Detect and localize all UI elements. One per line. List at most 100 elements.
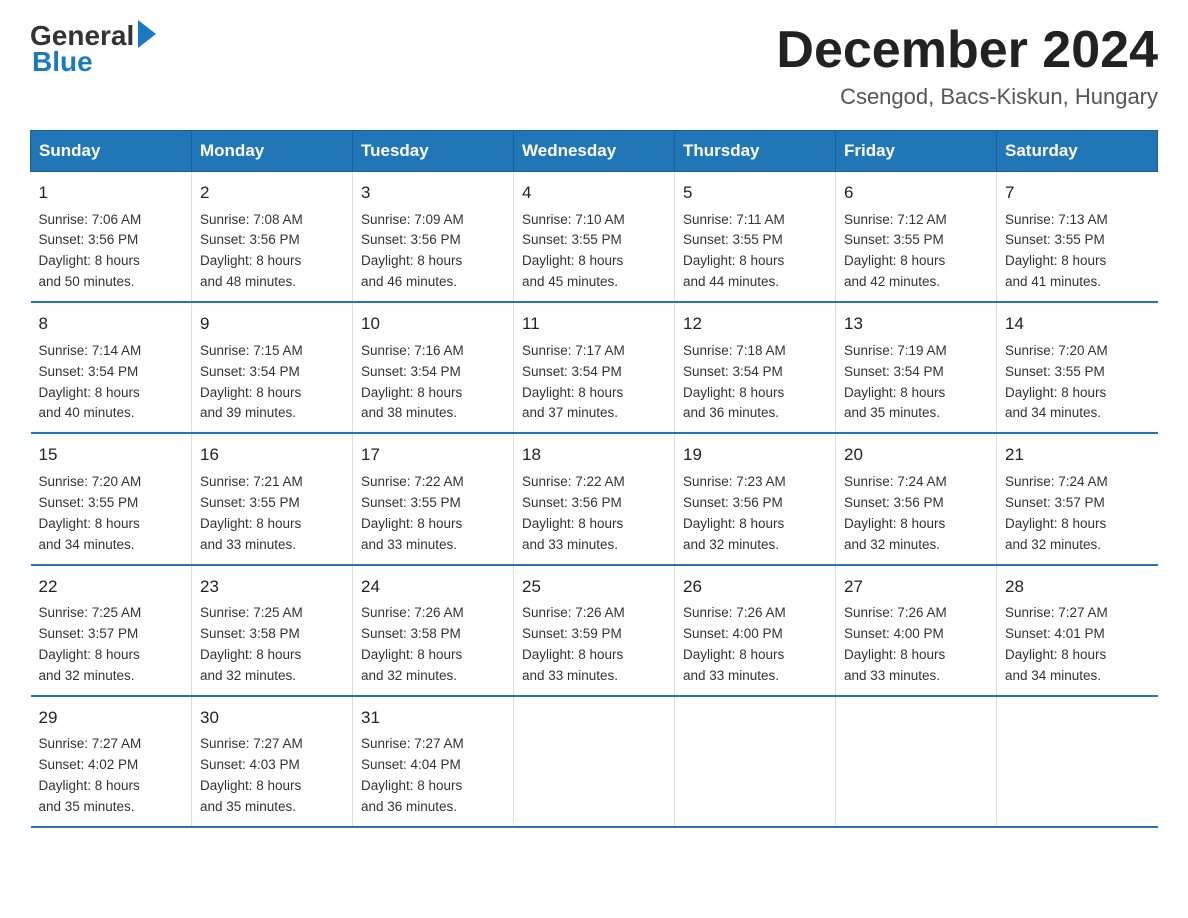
day-info: Sunrise: 7:08 AM Sunset: 3:56 PM Dayligh… <box>200 210 344 294</box>
day-number: 25 <box>522 574 666 600</box>
day-info: Sunrise: 7:23 AM Sunset: 3:56 PM Dayligh… <box>683 472 827 556</box>
day-info: Sunrise: 7:22 AM Sunset: 3:56 PM Dayligh… <box>522 472 666 556</box>
calendar-cell: 7Sunrise: 7:13 AM Sunset: 3:55 PM Daylig… <box>997 172 1158 303</box>
calendar-cell: 13 Sunrise: 7:19 AM Sunset: 3:54 PM Dayli… <box>836 302 997 433</box>
calendar-cell: 18 Sunrise: 7:22 AM Sunset: 3:56 PM Dayli… <box>514 433 675 564</box>
day-info: Sunrise: 7:14 AM Sunset: 3:54 PM Dayligh… <box>39 341 184 425</box>
day-number: 14 <box>1005 311 1150 337</box>
week-row-4: 22Sunrise: 7:25 AM Sunset: 3:57 PM Dayli… <box>31 565 1158 696</box>
header-row: SundayMondayTuesdayWednesdayThursdayFrid… <box>31 131 1158 172</box>
calendar-cell <box>836 696 997 827</box>
header-cell-wednesday: Wednesday <box>514 131 675 172</box>
day-number: 9 <box>200 311 344 337</box>
day-number: 15 <box>39 442 184 468</box>
day-info: Sunrise: 7:25 AM Sunset: 3:58 PM Dayligh… <box>200 603 344 687</box>
day-number: 11 <box>522 311 666 337</box>
calendar-cell: 23 Sunrise: 7:25 AM Sunset: 3:58 PM Dayli… <box>192 565 353 696</box>
title-section: December 2024 Csengod, Bacs-Kiskun, Hung… <box>776 20 1158 110</box>
day-number: 4 <box>522 180 666 206</box>
header-cell-friday: Friday <box>836 131 997 172</box>
day-info: Sunrise: 7:22 AM Sunset: 3:55 PM Dayligh… <box>361 472 505 556</box>
day-info: Sunrise: 7:18 AM Sunset: 3:54 PM Dayligh… <box>683 341 827 425</box>
day-info: Sunrise: 7:10 AM Sunset: 3:55 PM Dayligh… <box>522 210 666 294</box>
day-info: Sunrise: 7:20 AM Sunset: 3:55 PM Dayligh… <box>1005 341 1150 425</box>
day-number: 23 <box>200 574 344 600</box>
day-info: Sunrise: 7:09 AM Sunset: 3:56 PM Dayligh… <box>361 210 505 294</box>
day-info: Sunrise: 7:21 AM Sunset: 3:55 PM Dayligh… <box>200 472 344 556</box>
day-info: Sunrise: 7:26 AM Sunset: 4:00 PM Dayligh… <box>844 603 988 687</box>
day-number: 7 <box>1005 180 1150 206</box>
logo-blue-text: Blue <box>32 46 93 78</box>
page-header: General Blue December 2024 Csengod, Bacs… <box>30 20 1158 110</box>
calendar-cell <box>514 696 675 827</box>
calendar-cell: 11 Sunrise: 7:17 AM Sunset: 3:54 PM Dayli… <box>514 302 675 433</box>
day-number: 5 <box>683 180 827 206</box>
day-info: Sunrise: 7:26 AM Sunset: 3:59 PM Dayligh… <box>522 603 666 687</box>
calendar-cell: 14 Sunrise: 7:20 AM Sunset: 3:55 PM Dayli… <box>997 302 1158 433</box>
day-number: 18 <box>522 442 666 468</box>
header-cell-thursday: Thursday <box>675 131 836 172</box>
day-info: Sunrise: 7:15 AM Sunset: 3:54 PM Dayligh… <box>200 341 344 425</box>
day-number: 26 <box>683 574 827 600</box>
day-info: Sunrise: 7:19 AM Sunset: 3:54 PM Dayligh… <box>844 341 988 425</box>
day-number: 8 <box>39 311 184 337</box>
day-info: Sunrise: 7:20 AM Sunset: 3:55 PM Dayligh… <box>39 472 184 556</box>
calendar-cell: 27 Sunrise: 7:26 AM Sunset: 4:00 PM Dayli… <box>836 565 997 696</box>
calendar-cell: 30Sunrise: 7:27 AM Sunset: 4:03 PM Dayli… <box>192 696 353 827</box>
week-row-5: 29 Sunrise: 7:27 AM Sunset: 4:02 PM Dayli… <box>31 696 1158 827</box>
main-title: December 2024 <box>776 20 1158 80</box>
day-info: Sunrise: 7:24 AM Sunset: 3:57 PM Dayligh… <box>1005 472 1150 556</box>
calendar-header: SundayMondayTuesdayWednesdayThursdayFrid… <box>31 131 1158 172</box>
day-info: Sunrise: 7:17 AM Sunset: 3:54 PM Dayligh… <box>522 341 666 425</box>
calendar-cell: 25 Sunrise: 7:26 AM Sunset: 3:59 PM Dayli… <box>514 565 675 696</box>
day-info: Sunrise: 7:26 AM Sunset: 3:58 PM Dayligh… <box>361 603 505 687</box>
day-number: 12 <box>683 311 827 337</box>
calendar-cell <box>997 696 1158 827</box>
day-number: 16 <box>200 442 344 468</box>
subtitle: Csengod, Bacs-Kiskun, Hungary <box>776 84 1158 110</box>
logo-arrow-icon <box>138 20 156 48</box>
day-info: Sunrise: 7:27 AM Sunset: 4:01 PM Dayligh… <box>1005 603 1150 687</box>
week-row-2: 8 Sunrise: 7:14 AM Sunset: 3:54 PM Daylig… <box>31 302 1158 433</box>
logo: General Blue <box>30 20 156 78</box>
calendar-cell: 5 Sunrise: 7:11 AM Sunset: 3:55 PM Daylig… <box>675 172 836 303</box>
day-number: 27 <box>844 574 988 600</box>
calendar-cell: 26 Sunrise: 7:26 AM Sunset: 4:00 PM Dayli… <box>675 565 836 696</box>
day-number: 1 <box>39 180 184 206</box>
day-info: Sunrise: 7:27 AM Sunset: 4:04 PM Dayligh… <box>361 734 505 818</box>
calendar-cell: 29 Sunrise: 7:27 AM Sunset: 4:02 PM Dayli… <box>31 696 192 827</box>
calendar-cell: 8 Sunrise: 7:14 AM Sunset: 3:54 PM Daylig… <box>31 302 192 433</box>
day-number: 31 <box>361 705 505 731</box>
calendar-cell: 9 Sunrise: 7:15 AM Sunset: 3:54 PM Daylig… <box>192 302 353 433</box>
day-info: Sunrise: 7:25 AM Sunset: 3:57 PM Dayligh… <box>39 603 184 687</box>
calendar-table: SundayMondayTuesdayWednesdayThursdayFrid… <box>30 130 1158 828</box>
calendar-cell <box>675 696 836 827</box>
day-number: 10 <box>361 311 505 337</box>
day-info: Sunrise: 7:26 AM Sunset: 4:00 PM Dayligh… <box>683 603 827 687</box>
day-number: 24 <box>361 574 505 600</box>
day-number: 30 <box>200 705 344 731</box>
calendar-cell: 2 Sunrise: 7:08 AM Sunset: 3:56 PM Daylig… <box>192 172 353 303</box>
calendar-cell: 31 Sunrise: 7:27 AM Sunset: 4:04 PM Dayli… <box>353 696 514 827</box>
day-info: Sunrise: 7:16 AM Sunset: 3:54 PM Dayligh… <box>361 341 505 425</box>
day-number: 21 <box>1005 442 1150 468</box>
day-info: Sunrise: 7:24 AM Sunset: 3:56 PM Dayligh… <box>844 472 988 556</box>
day-number: 3 <box>361 180 505 206</box>
day-info: Sunrise: 7:27 AM Sunset: 4:02 PM Dayligh… <box>39 734 184 818</box>
calendar-body: 1 Sunrise: 7:06 AM Sunset: 3:56 PM Daylig… <box>31 172 1158 827</box>
day-info: Sunrise: 7:11 AM Sunset: 3:55 PM Dayligh… <box>683 210 827 294</box>
day-number: 13 <box>844 311 988 337</box>
header-cell-saturday: Saturday <box>997 131 1158 172</box>
calendar-cell: 10 Sunrise: 7:16 AM Sunset: 3:54 PM Dayli… <box>353 302 514 433</box>
day-info: Sunrise: 7:12 AM Sunset: 3:55 PM Dayligh… <box>844 210 988 294</box>
calendar-cell: 21 Sunrise: 7:24 AM Sunset: 3:57 PM Dayli… <box>997 433 1158 564</box>
day-info: Sunrise: 7:06 AM Sunset: 3:56 PM Dayligh… <box>39 210 184 294</box>
calendar-cell: 17Sunrise: 7:22 AM Sunset: 3:55 PM Dayli… <box>353 433 514 564</box>
day-number: 29 <box>39 705 184 731</box>
day-number: 2 <box>200 180 344 206</box>
calendar-cell: 15 Sunrise: 7:20 AM Sunset: 3:55 PM Dayli… <box>31 433 192 564</box>
calendar-cell: 19Sunrise: 7:23 AM Sunset: 3:56 PM Dayli… <box>675 433 836 564</box>
day-number: 20 <box>844 442 988 468</box>
day-number: 28 <box>1005 574 1150 600</box>
week-row-1: 1 Sunrise: 7:06 AM Sunset: 3:56 PM Daylig… <box>31 172 1158 303</box>
